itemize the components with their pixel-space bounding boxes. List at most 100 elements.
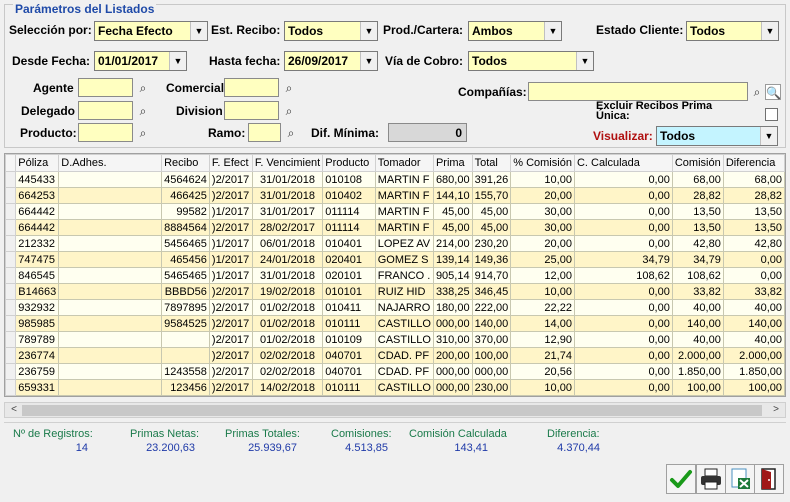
row-indicator[interactable]	[5, 347, 17, 364]
column-header[interactable]: Producto	[322, 154, 376, 172]
est-recibo-select[interactable]: Todos ▼	[284, 21, 378, 41]
table-cell: )1/2017	[208, 203, 253, 220]
visualizar-select[interactable]: Todos ▼	[656, 126, 778, 146]
table-row[interactable]: 212332 5456465)1/2017 06/01/2018 010401 LOPE…	[5, 235, 785, 252]
scroll-right-icon[interactable]: >	[768, 403, 784, 417]
row-indicator[interactable]	[5, 315, 17, 332]
column-header[interactable]: Total	[471, 154, 512, 172]
table-cell: )2/2017	[208, 379, 253, 396]
table-cell	[58, 331, 163, 348]
hasta-date[interactable]: 26/09/2017 ▼	[284, 51, 378, 71]
column-header[interactable]: % Comisión	[510, 154, 575, 172]
seleccion-value: Fecha Efecto	[98, 24, 173, 38]
seleccion-select[interactable]: Fecha Efecto ▼	[94, 21, 208, 41]
table-cell: 140,00	[722, 315, 785, 332]
row-indicator[interactable]	[5, 219, 17, 236]
table-cell: 0,00	[573, 187, 673, 204]
column-header[interactable]: Prima	[432, 154, 473, 172]
export-excel-button[interactable]	[725, 464, 755, 494]
column-header[interactable]: D.Adhes.	[58, 154, 163, 172]
table-cell: 13,50	[722, 219, 785, 236]
table-cell: 8884564	[161, 219, 210, 236]
table-cell: 31/01/2018	[251, 187, 324, 204]
total-registros-label: Nº de Registros:	[13, 428, 93, 440]
params-panel: Parámetros del Listados Selección por: F…	[4, 2, 786, 148]
row-indicator[interactable]	[5, 363, 17, 380]
table-row[interactable]: 985985 9584525)2/2017 01/02/2018 010111 CAST…	[5, 315, 785, 332]
table-cell	[58, 315, 163, 332]
column-header[interactable]: Comisión	[671, 154, 724, 172]
division-input[interactable]	[224, 101, 279, 120]
comercial-input[interactable]	[224, 78, 279, 97]
scroll-left-icon[interactable]: <	[6, 403, 22, 417]
row-indicator[interactable]	[5, 267, 17, 284]
table-cell: 0,00	[573, 171, 673, 188]
print-button[interactable]	[696, 464, 726, 494]
table-row[interactable]: 932932 7897895)2/2017 01/02/2018 010411 NAJA…	[5, 299, 785, 316]
column-header[interactable]: Recibo	[161, 154, 210, 172]
row-indicator[interactable]	[5, 171, 17, 188]
table-cell: 149,36	[471, 251, 512, 268]
column-header[interactable]: F. Vencimient	[251, 154, 324, 172]
binoculars-icon[interactable]: ⌕	[749, 84, 765, 100]
row-indicator[interactable]	[5, 203, 17, 220]
row-indicator[interactable]	[5, 331, 17, 348]
column-header[interactable]: Tomador	[374, 154, 434, 172]
binoculars-icon[interactable]: ⌕	[135, 80, 151, 96]
binoculars-icon[interactable]: ⌕	[135, 103, 151, 119]
row-indicator[interactable]	[5, 379, 17, 396]
companias-input[interactable]	[528, 82, 748, 101]
row-indicator[interactable]	[5, 235, 17, 252]
table-cell: 9584525	[161, 315, 210, 332]
estado-cliente-select[interactable]: Todos ▼	[686, 21, 779, 41]
column-header[interactable]: F. Efect	[208, 154, 253, 172]
row-indicator[interactable]	[5, 283, 17, 300]
table-cell: 010101	[322, 283, 376, 300]
table-cell: )2/2017	[208, 347, 253, 364]
exit-button[interactable]	[754, 464, 784, 494]
table-row[interactable]: 445433 4564624)2/2017 31/01/2018 010108 MART…	[5, 171, 785, 188]
table-row[interactable]: 236774)2/2017 02/02/2018 040701 CDAD. PF 200…	[5, 347, 785, 364]
table-row[interactable]: 789789)2/2017 01/02/2018 010109 CASTILLO 310…	[5, 331, 785, 348]
via-cobro-select[interactable]: Todos ▼	[468, 51, 594, 71]
desde-date[interactable]: 01/01/2017 ▼	[94, 51, 187, 71]
table-cell: 0,00	[722, 267, 785, 284]
column-header[interactable]: Diferencia	[722, 154, 785, 172]
table-cell: 000,00	[432, 315, 473, 332]
results-grid[interactable]: Póliza D.Adhes. Recibo F. Efect F. Vencimien…	[4, 153, 786, 397]
table-row[interactable]: B14663 BBBD56)2/2017 19/02/2018 010101 RUIZ …	[5, 283, 785, 300]
table-cell: 4564624	[161, 171, 210, 188]
delegado-input[interactable]	[78, 101, 133, 120]
binoculars-icon[interactable]: ⌕	[281, 80, 297, 96]
binoculars-icon[interactable]: ⌕	[135, 125, 151, 141]
table-row[interactable]: 236759 1243558)2/2017 02/02/2018 040701 CDAD…	[5, 363, 785, 380]
table-cell: 14,00	[510, 315, 575, 332]
table-row[interactable]: 659331 123456)2/2017 14/02/2018 010111 CASTI…	[5, 379, 785, 396]
table-row[interactable]: 747475 465456)1/2017 24/01/2018 020401 GOMEZ…	[5, 251, 785, 268]
prod-cartera-select[interactable]: Ambos ▼	[468, 21, 562, 41]
binoculars-icon[interactable]: ⌕	[281, 103, 297, 119]
ramo-input[interactable]	[248, 123, 281, 142]
table-row[interactable]: 664253 466425)2/2017 31/01/2018 010402 MARTI…	[5, 187, 785, 204]
table-row[interactable]: 846545 5465465)1/2017 31/01/2018 020101 FRAN…	[5, 267, 785, 284]
search-icon[interactable]: 🔍	[765, 84, 781, 100]
producto-input[interactable]	[78, 123, 133, 142]
row-indicator[interactable]	[5, 299, 17, 316]
table-row[interactable]: 664442 8884564)2/2017 28/02/2017 011114 MART…	[5, 219, 785, 236]
excluir-checkbox[interactable]	[765, 108, 778, 121]
table-cell: 000,00	[471, 363, 512, 380]
chevron-down-icon: ▼	[190, 22, 207, 40]
table-row[interactable]: 664442 99582)1/2017 31/01/2017 011114 MARTIN…	[5, 203, 785, 220]
agente-input[interactable]	[78, 78, 133, 97]
table-cell: 0,00	[722, 251, 785, 268]
binoculars-icon[interactable]: ⌕	[283, 125, 299, 141]
column-header[interactable]: C. Calculada	[573, 154, 673, 172]
row-indicator[interactable]	[5, 187, 17, 204]
companias-label: Compañías:	[458, 85, 527, 99]
scrollbar-thumb[interactable]	[22, 405, 762, 416]
accept-button[interactable]	[666, 464, 696, 494]
horizontal-scrollbar[interactable]: < >	[4, 402, 786, 418]
row-indicator[interactable]	[5, 251, 17, 268]
column-header[interactable]: Póliza	[15, 154, 60, 172]
table-cell: 000,00	[432, 379, 473, 396]
